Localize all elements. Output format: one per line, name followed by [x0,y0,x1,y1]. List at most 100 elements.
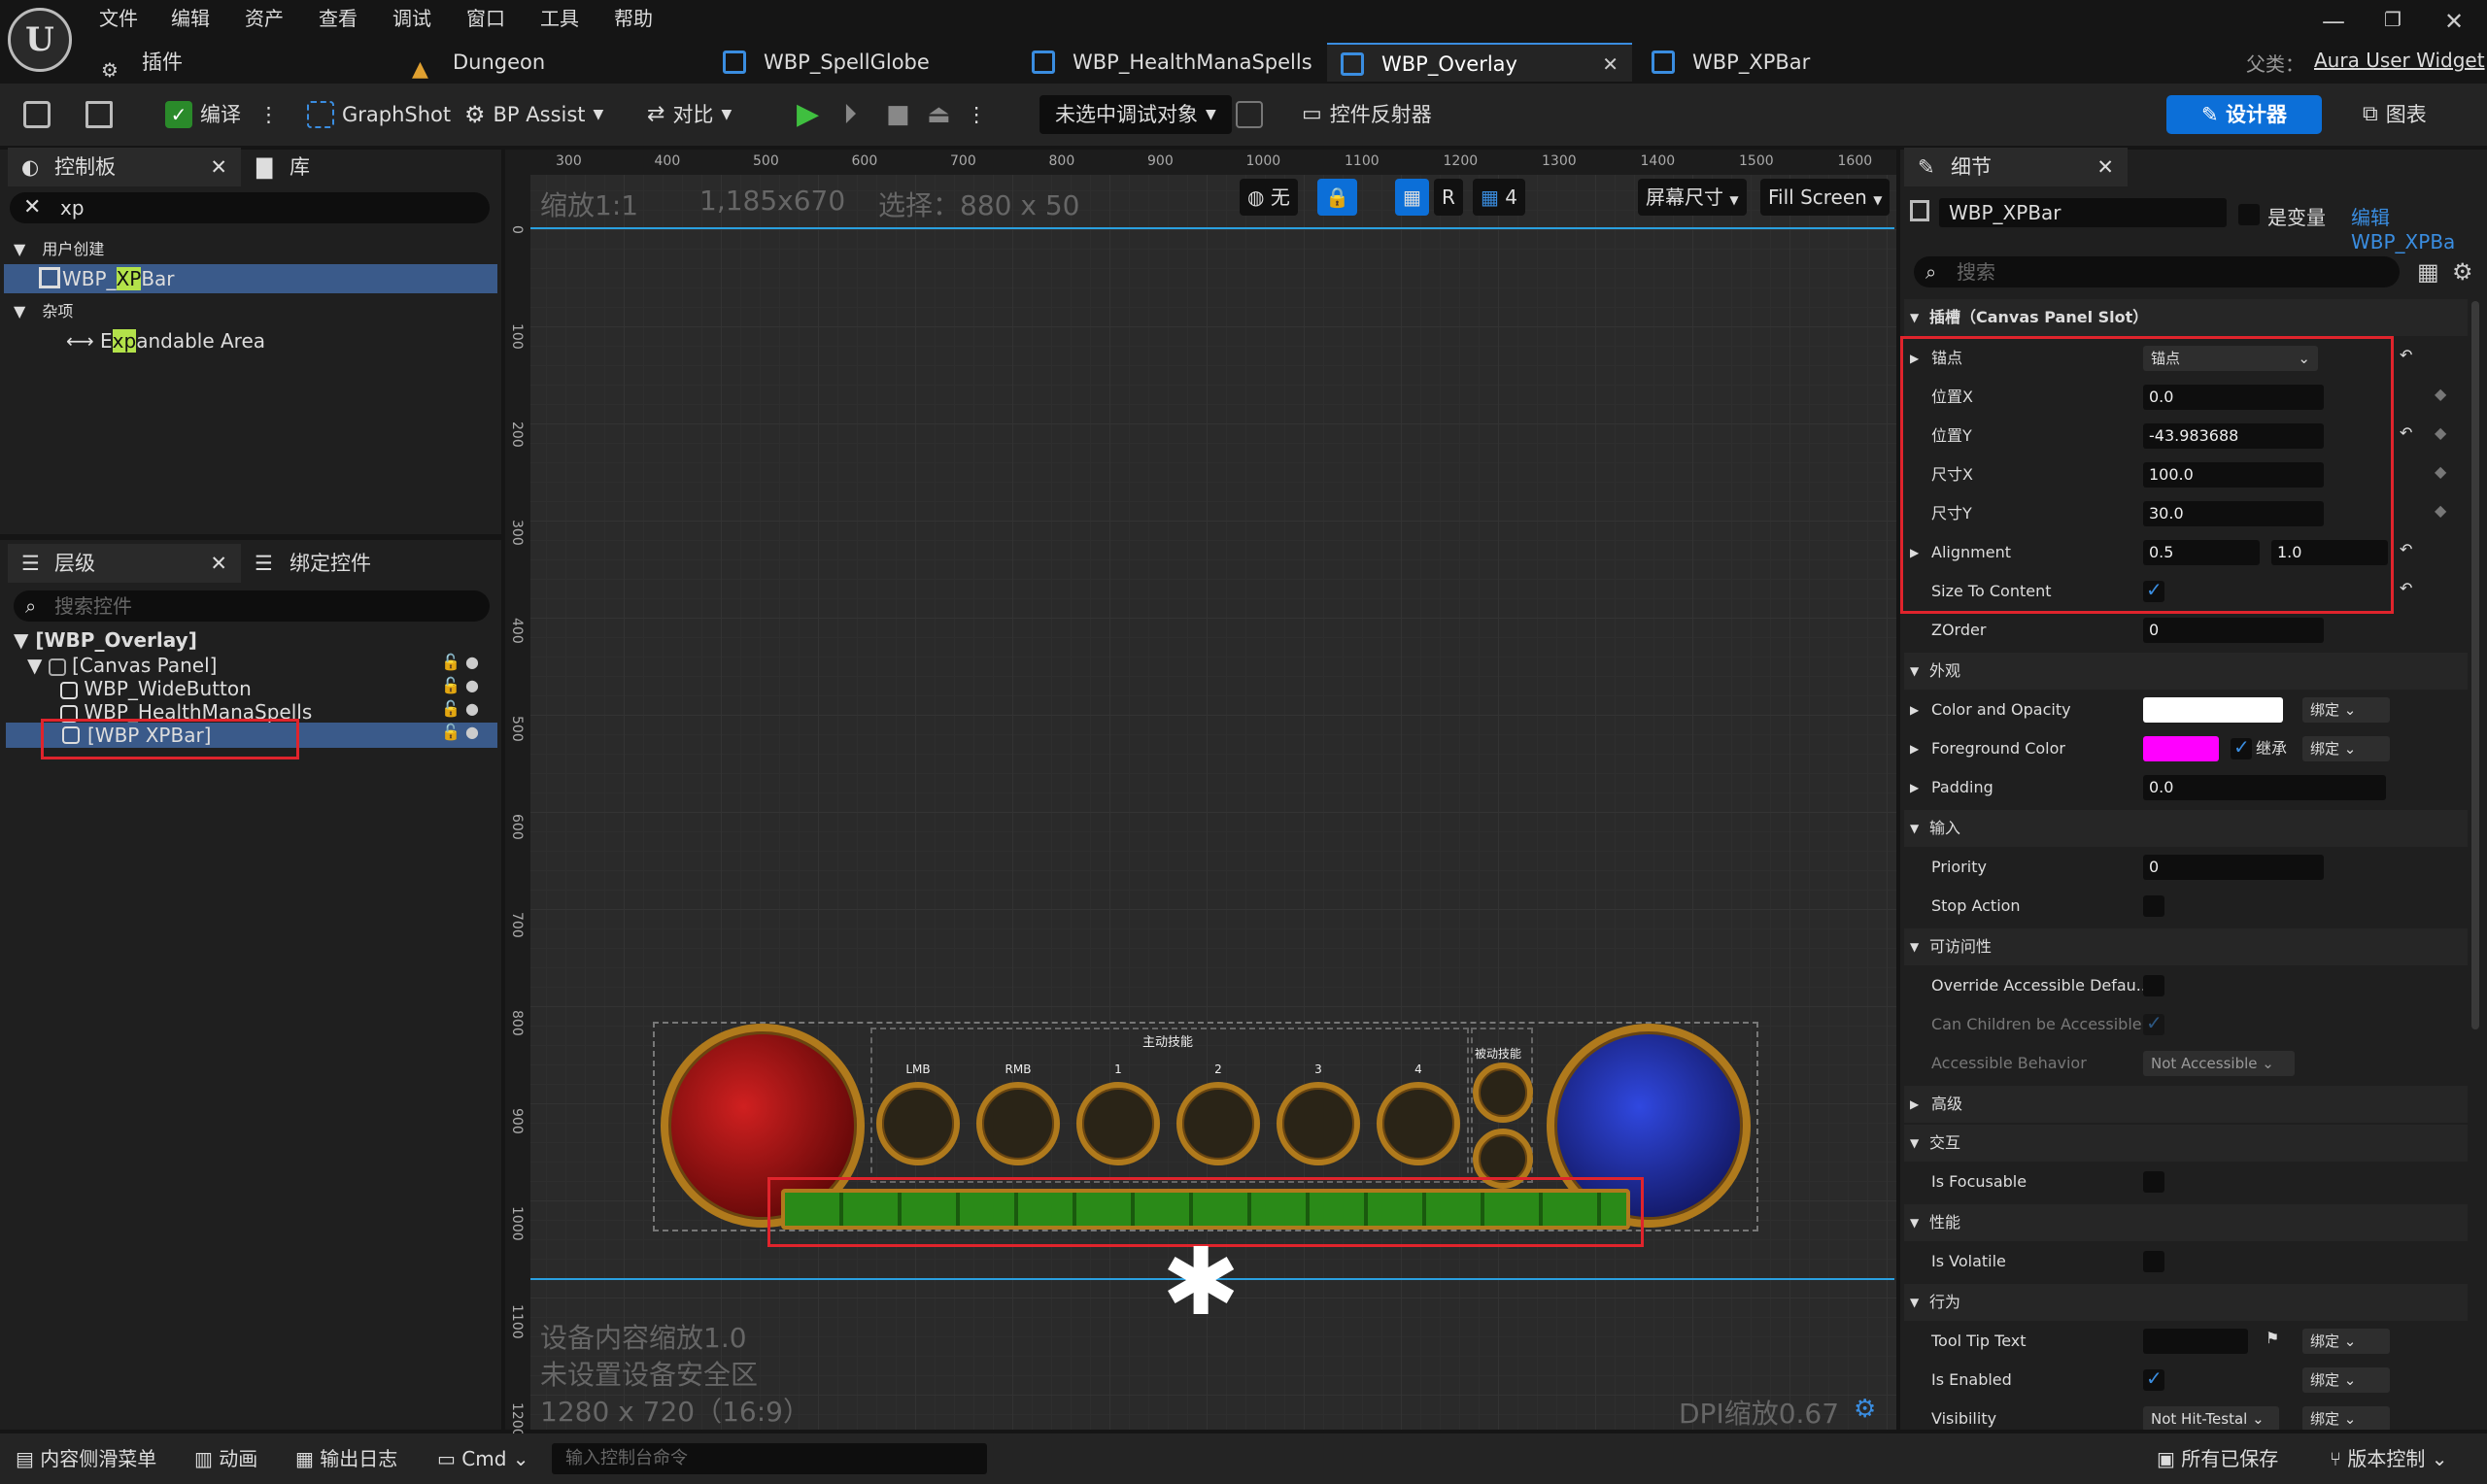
tab-xpbar[interactable]: WBP_XPBar [1638,43,1929,82]
expand-arrow-icon[interactable]: ▶ [1910,769,1919,806]
debug-browse-icon[interactable] [1236,93,1263,136]
bp-assist-button[interactable]: ⚙ BP Assist ▼ [464,93,603,136]
anchor-flower-icon[interactable]: ✱ [1162,1235,1240,1329]
tab-library[interactable]: ▇ 库 [243,148,437,186]
close-icon[interactable]: ✕ [210,148,227,186]
section-accessibility[interactable]: 可访问性 [1904,928,2468,965]
grid-snap-toggle[interactable]: ▦ [1395,179,1429,216]
close-window-icon[interactable]: ✕ [2444,8,2464,35]
category-user-created[interactable]: ▼ 用户创建 [14,235,104,264]
flag-icon[interactable]: ⚑ [2266,1329,2279,1347]
tab-hierarchy[interactable]: ☰ 层级 ✕ [8,544,241,583]
dpi-settings-gear-icon[interactable]: ⚙ [1854,1395,1876,1424]
play-button[interactable]: ▶ [797,93,819,136]
inherit-checkbox[interactable] [2231,735,2252,759]
stop-button[interactable]: ■ [886,93,910,136]
section-interaction[interactable]: 交互 [1904,1125,2468,1162]
bind-dropdown[interactable]: 绑定 ⌄ [2302,1329,2390,1354]
tab-plugin[interactable]: ⚙ 插件 [87,43,330,82]
tab-bind-widgets[interactable]: ☰ 绑定控件 [243,544,476,583]
step-button[interactable]: ⏵ [843,93,857,136]
eject-button[interactable]: ⏏ ⋮ [927,93,987,136]
padding-input[interactable]: 0.0 [2143,775,2386,800]
is-volatile-checkbox[interactable] [2143,1251,2164,1272]
pin-icon[interactable]: ◆ [2435,385,2446,403]
graphshot-button[interactable]: GraphShot [307,93,451,136]
menu-help[interactable]: 帮助 [614,4,653,33]
skill-slot-rmb[interactable] [976,1082,1060,1165]
is-focusable-checkbox[interactable] [2143,1171,2164,1193]
skill-slot-1[interactable] [1076,1082,1160,1165]
edit-blueprint-link[interactable]: 编辑WBP_XPBa [2351,202,2487,253]
passive-slot-1[interactable] [1473,1062,1533,1123]
section-advanced[interactable]: ▶ 高级 [1904,1086,2468,1123]
clear-search-icon[interactable]: ✕ [23,192,41,223]
palette-item-expandable-area[interactable]: ⟷ Expandable Area [66,326,265,355]
parent-class-link[interactable]: Aura User Widget [2314,49,2485,72]
widget-reflector-button[interactable]: ▭ 控件反射器 [1302,93,1432,136]
tab-spellglobe[interactable]: WBP_SpellGlobe [709,43,1001,82]
pin-icon[interactable]: ◆ [2435,462,2446,481]
tab-close-icon[interactable]: ✕ [1602,45,1618,84]
reset-icon[interactable]: ↶ [2400,346,2412,364]
world-toggle[interactable]: ◍ 无 [1240,179,1298,216]
bind-dropdown[interactable]: 绑定 ⌄ [2302,736,2390,761]
priority-input[interactable]: 0 [2143,855,2324,880]
lock-eye-column[interactable]: 🔓 ● 🔓 ● 🔓 ● 🔓 ● [441,651,479,744]
color-swatch-magenta[interactable] [2143,736,2219,761]
close-icon[interactable]: ✕ [2096,148,2114,186]
content-drawer-button[interactable]: ▤ 内容侧滑菜单 [16,1441,156,1476]
skill-slot-lmb[interactable] [876,1082,960,1165]
category-misc[interactable]: ▼ 杂项 [14,297,73,326]
section-canvas-panel-slot[interactable]: 插槽（Canvas Panel Slot） [1904,299,2468,336]
unreal-logo-icon[interactable]: U [8,8,72,72]
override-accessible-checkbox[interactable] [2143,975,2164,996]
save-icon[interactable] [23,93,51,136]
debug-object-dropdown[interactable]: 未选中调试对象 ▼ [1039,95,1232,134]
menu-view[interactable]: 查看 [319,4,358,33]
bind-dropdown[interactable]: 绑定 ⌄ [2302,1367,2390,1393]
cmd-dropdown[interactable]: ▭ Cmd ⌄ [437,1441,529,1476]
tab-palette[interactable]: ◐ 控制板 ✕ [8,148,241,186]
tooltip-input[interactable] [2143,1329,2248,1354]
section-performance[interactable]: 性能 [1904,1204,2468,1241]
screen-size-dropdown[interactable]: 屏幕尺寸 ▼ [1638,179,1747,216]
lock-toggle[interactable]: 🔒 [1317,179,1357,216]
graph-button[interactable]: ⧉ 图表 [2363,93,2427,136]
r-toggle[interactable]: R [1434,179,1463,216]
tab-healthmana[interactable]: WBP_HealthManaSpells [1018,43,1319,82]
menu-debug[interactable]: 调试 [392,4,431,33]
is-enabled-checkbox[interactable] [2143,1366,2164,1391]
tab-dungeon[interactable]: ▲ Dungeon [398,43,680,82]
menu-file[interactable]: 文件 [99,4,138,33]
section-behavior[interactable]: 行为 [1904,1284,2468,1321]
close-icon[interactable]: ✕ [210,544,227,583]
version-control-button[interactable]: ⑂ 版本控制 ⌄ [2330,1441,2447,1476]
animation-button[interactable]: ▥ 动画 [194,1441,257,1476]
bind-dropdown[interactable]: 绑定 ⌄ [2302,697,2390,723]
reset-icon[interactable]: ↶ [2400,423,2412,442]
stop-action-checkbox[interactable] [2143,895,2164,917]
section-appearance[interactable]: 外观 [1904,653,2468,690]
skill-slot-3[interactable] [1277,1082,1360,1165]
tab-details[interactable]: ✎ 细节 ✕ [1904,148,2128,186]
compile-button[interactable]: ✓ 编译 ⋮ [165,93,279,136]
pin-icon[interactable]: ◆ [2435,501,2446,520]
section-input[interactable]: 输入 [1904,810,2468,847]
details-search-input[interactable]: ⌕ 搜索 [1914,256,2400,287]
minimize-icon[interactable]: — [2322,8,2345,35]
grid-toggle[interactable]: ▦ 4 [1473,179,1525,216]
menu-tools[interactable]: 工具 [540,4,579,33]
menu-edit[interactable]: 编辑 [171,4,210,33]
expand-arrow-icon[interactable]: ▶ [1910,691,1919,728]
settings-gear-icon[interactable]: ⚙ [2452,258,2473,286]
reset-icon[interactable]: ↶ [2400,540,2412,558]
is-variable-checkbox[interactable] [2238,204,2260,225]
menu-window[interactable]: 窗口 [466,4,505,33]
menu-asset[interactable]: 资产 [245,4,284,33]
zorder-input[interactable]: 0 [2143,618,2324,643]
restore-icon[interactable]: ❐ [2384,8,2402,31]
reset-icon[interactable]: ↶ [2400,579,2412,597]
fill-screen-dropdown[interactable]: Fill Screen ▼ [1760,179,1891,216]
details-scrollbar[interactable] [2471,301,2479,1029]
